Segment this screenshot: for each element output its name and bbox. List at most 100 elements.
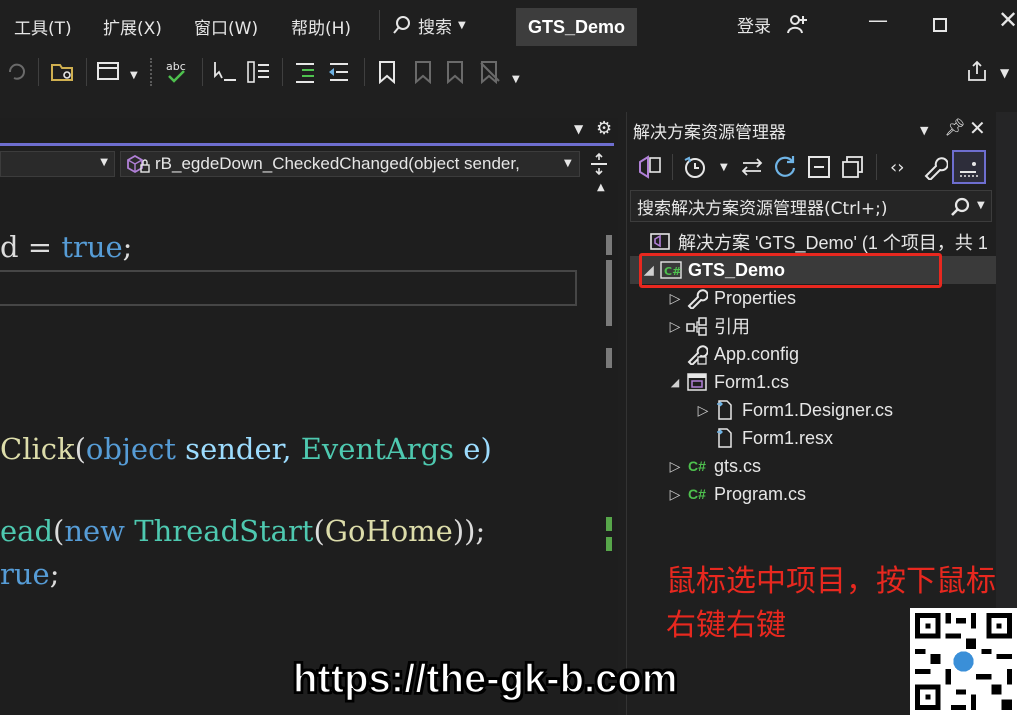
code-token: ; — [49, 557, 60, 591]
bookmark-clear-icon[interactable] — [478, 60, 502, 84]
tree-item-form1-resx[interactable]: Form1.resx — [712, 424, 833, 452]
close-icon[interactable]: ✕ — [969, 116, 986, 140]
pin-icon[interactable]: 📌︎ — [944, 118, 966, 138]
show-all-files-icon[interactable] — [840, 154, 866, 180]
cursor-select-icon[interactable] — [212, 60, 238, 84]
toolbar-separator — [86, 58, 87, 86]
type-dropdown[interactable]: ▼ — [0, 151, 115, 177]
wrench-icon — [684, 287, 710, 309]
chevron-down-icon[interactable]: ▼ — [977, 200, 985, 211]
toolbar-separator — [876, 154, 877, 180]
tree-item-program[interactable]: ▷ C# Program.cs — [666, 480, 806, 508]
code-token: true — [61, 230, 123, 264]
search-placeholder: 搜索解决方案资源管理器(Ctrl+;) — [637, 198, 888, 219]
code-token: ead — [0, 514, 54, 548]
outdent-icon[interactable] — [326, 60, 352, 84]
bookmark-icon[interactable] — [376, 60, 398, 84]
code-token: ; — [122, 230, 133, 264]
gear-icon[interactable]: ⚙ — [596, 118, 612, 139]
solution-explorer-toolbar: ▼ ‹› — [626, 148, 996, 188]
refresh-icon[interactable] — [772, 154, 798, 180]
item-label: Form1.Designer.cs — [742, 399, 894, 420]
code-token: e) — [454, 432, 492, 466]
global-search[interactable]: 搜索 ▼ — [392, 8, 492, 42]
collapsed-arrow-icon[interactable]: ▷ — [666, 318, 684, 335]
editor-tab-actions: ▼ ⚙ — [568, 118, 618, 142]
folder-search-icon[interactable] — [50, 60, 76, 84]
tree-item-properties[interactable]: ▷ Properties — [666, 284, 796, 312]
menu-tools[interactable]: 工具(T) — [14, 14, 72, 39]
collapsed-arrow-icon[interactable]: ▷ — [666, 458, 684, 475]
expanded-arrow-icon[interactable]: ◢ — [666, 376, 684, 389]
tree-item-gts[interactable]: ▷ C# gts.cs — [666, 452, 761, 480]
qr-code-image — [910, 608, 1017, 715]
watermark-url: https://the-gk-b.com — [292, 656, 678, 702]
menu-help[interactable]: 帮助(H) — [291, 14, 351, 39]
chevron-down-icon[interactable]: ▼ — [1000, 66, 1009, 80]
search-label: 搜索 — [418, 17, 452, 38]
close-button[interactable]: ✕ — [998, 6, 1017, 34]
chevron-down-icon[interactable]: ▼ — [720, 162, 728, 173]
sync-icon[interactable] — [740, 156, 764, 178]
live-share-icon[interactable] — [786, 13, 808, 35]
tree-item-references[interactable]: ▷ 引用 — [666, 312, 750, 340]
bookmark-next-icon[interactable] — [444, 60, 468, 84]
menu-separator — [379, 10, 380, 40]
editor-active-tab-line — [0, 143, 614, 146]
menu-window[interactable]: 窗口(W) — [194, 14, 258, 39]
tree-item-app-config[interactable]: App.config — [684, 340, 799, 368]
preview-toggle-button[interactable] — [952, 150, 986, 184]
preview-icon — [960, 162, 980, 177]
indent-icon[interactable] — [292, 60, 318, 84]
solution-explorer-search[interactable]: 搜索解决方案资源管理器(Ctrl+;) ▼ — [630, 190, 992, 222]
spell-check-icon[interactable]: abc — [164, 58, 190, 86]
share-icon[interactable] — [966, 60, 988, 82]
collapsed-arrow-icon[interactable]: ▷ — [666, 486, 684, 503]
tree-item-form1-designer[interactable]: ▷ Form1.Designer.cs — [694, 396, 893, 424]
file-icon — [712, 427, 738, 449]
form-icon — [684, 371, 710, 393]
properties-wrench-icon[interactable] — [922, 154, 948, 180]
chevron-down-icon[interactable]: ▼ — [574, 122, 583, 136]
list-view-icon[interactable] — [245, 60, 271, 84]
code-token: GoHome — [324, 514, 453, 548]
split-editor-icon[interactable] — [589, 152, 609, 176]
editor-scrollbar[interactable]: ▲ — [592, 180, 616, 715]
bookmark-prev-icon[interactable] — [410, 60, 434, 84]
chevron-down-icon[interactable]: ▼ — [920, 124, 928, 137]
tree-item-form1[interactable]: ◢ Form1.cs — [666, 368, 789, 396]
scroll-up-icon[interactable]: ▲ — [597, 182, 605, 193]
undo-icon[interactable] — [6, 60, 28, 82]
collapsed-arrow-icon[interactable]: ▷ — [666, 290, 684, 307]
scroll-thumb[interactable] — [606, 260, 612, 326]
window-layout-icon[interactable] — [96, 60, 120, 84]
chevron-down-icon[interactable]: ▼ — [512, 74, 520, 85]
collapsed-arrow-icon[interactable]: ▷ — [694, 402, 712, 419]
toolbar-separator — [202, 58, 203, 86]
scroll-marker — [606, 348, 612, 368]
minimize-button[interactable]: — — [868, 8, 888, 32]
annotation-highlight-box — [639, 253, 942, 288]
menu-extensions[interactable]: 扩展(X) — [103, 14, 162, 39]
code-view-icon[interactable]: ‹› — [890, 157, 904, 178]
collapse-all-icon[interactable] — [806, 154, 832, 180]
solution-label: 解决方案 'GTS_Demo' (1 个项目，共 1 — [678, 233, 988, 253]
history-icon[interactable] — [682, 154, 708, 180]
code-token: new — [64, 514, 126, 548]
current-line-indicator — [0, 270, 577, 306]
vs-solution-icon[interactable] — [636, 154, 662, 180]
tree-solution-node[interactable]: 解决方案 'GTS_Demo' (1 个项目，共 1 — [648, 228, 988, 256]
member-dropdown[interactable]: rB_egdeDown_CheckedChanged(object sender… — [120, 151, 580, 177]
maximize-button[interactable] — [933, 18, 947, 32]
references-icon — [684, 315, 710, 337]
menu-bar: 工具(T) 扩展(X) 窗口(W) 帮助(H) 搜索 ▼ GTS_Demo 登录… — [0, 0, 1017, 52]
scroll-marker — [606, 235, 612, 255]
search-icon — [393, 16, 410, 34]
code-editor[interactable] — [0, 118, 618, 715]
code-token: ThreadStart — [134, 514, 314, 548]
code-line: ead(new ThreadStart(GoHome)); — [0, 514, 485, 548]
chevron-down-icon[interactable]: ▼ — [130, 70, 138, 81]
chevron-down-icon: ▼ — [100, 157, 108, 168]
login-link[interactable]: 登录 — [737, 12, 771, 37]
chevron-down-icon[interactable]: ▼ — [564, 158, 572, 169]
